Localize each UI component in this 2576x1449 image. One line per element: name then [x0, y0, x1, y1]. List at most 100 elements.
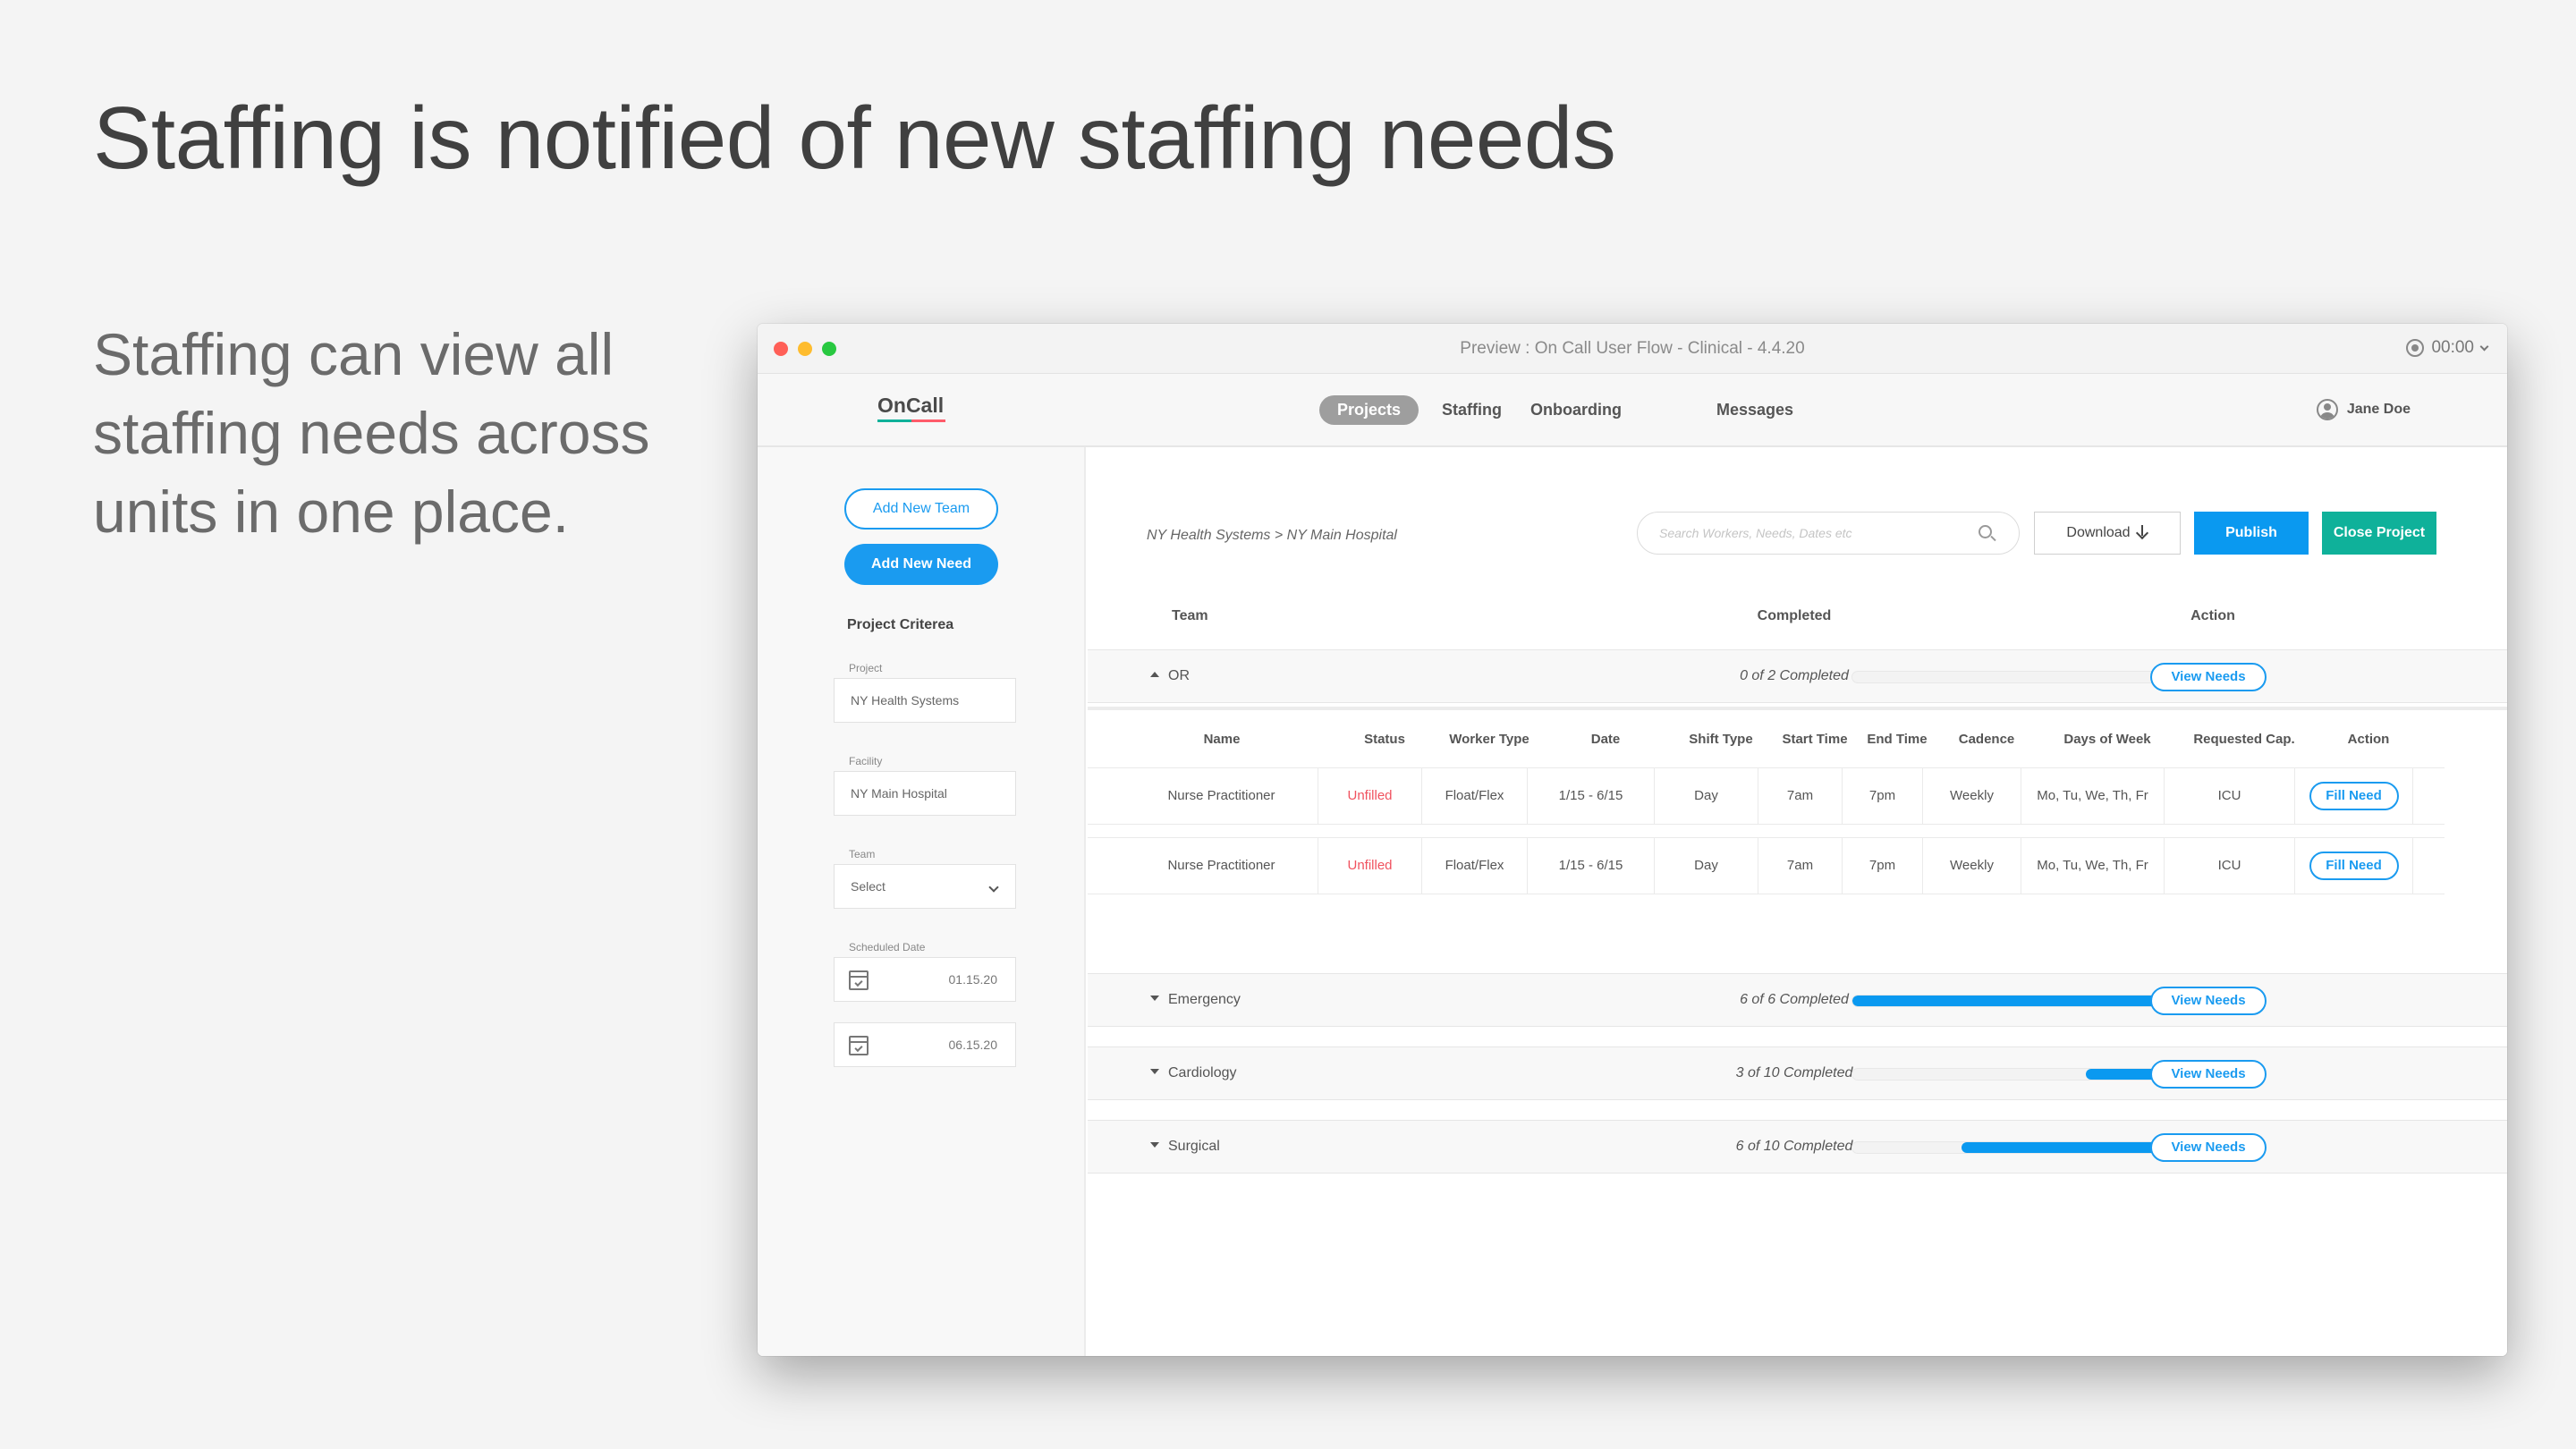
add-new-team-button[interactable]: Add New Team: [844, 488, 998, 530]
nav-tab-onboarding[interactable]: Onboarding: [1513, 395, 1640, 425]
need-cell-shift-type: Day: [1655, 768, 1758, 824]
chevron-down-icon: [988, 882, 999, 893]
need-cell-worker-type: Float/Flex: [1422, 838, 1528, 894]
end-date-value: 06.15.20: [948, 1038, 998, 1052]
start-date-value: 01.15.20: [948, 972, 998, 987]
team-label: OR: [1168, 668, 1190, 683]
nav-tab-staffing[interactable]: Staffing: [1424, 395, 1520, 425]
need-header-date: Date: [1590, 732, 1621, 747]
view-needs-button[interactable]: View Needs: [2150, 663, 2267, 691]
download-icon: [2136, 525, 2148, 539]
calendar-icon: [849, 1036, 869, 1055]
need-cell-name: Nurse Practitioner: [1125, 838, 1318, 894]
slide-title: Staffing is notified of new staffing nee…: [93, 89, 1616, 187]
team-label: Cardiology: [1168, 1065, 1237, 1080]
caret-down-icon: [1150, 1069, 1159, 1074]
team-row-cardiology[interactable]: Cardiology 3 of 10 Completed View Needs: [1088, 1046, 2507, 1100]
oncall-logo[interactable]: OnCall: [877, 394, 944, 418]
caret-down-icon: [1150, 996, 1159, 1001]
need-cell-status: Unfilled: [1318, 768, 1422, 824]
team-label: Emergency: [1168, 992, 1241, 1007]
need-cell-date: 1/15 - 6/15: [1528, 768, 1655, 824]
need-cell-action: Fill Need: [2295, 838, 2413, 894]
need-cell-worker-type: Float/Flex: [1422, 768, 1528, 824]
close-project-button[interactable]: Close Project: [2322, 512, 2436, 555]
calendar-icon: [849, 970, 869, 990]
slide-description: Staffing can view all staffing needs acr…: [93, 321, 650, 545]
app-window: Preview : On Call User Flow - Clinical -…: [758, 324, 2507, 1356]
team-select[interactable]: Select: [834, 864, 1016, 909]
need-cell-requested-cap: ICU: [2165, 838, 2295, 894]
caret-up-icon: [1150, 672, 1159, 677]
view-needs-button[interactable]: View Needs: [2150, 987, 2267, 1015]
team-name[interactable]: OR: [1150, 668, 1190, 684]
column-header-team: Team: [1172, 608, 1208, 623]
top-navbar: OnCall Projects Staffing Onboarding Mess…: [758, 374, 2507, 447]
user-menu[interactable]: Jane Doe: [2316, 399, 2411, 420]
nav-tab-projects[interactable]: Projects: [1319, 395, 1419, 425]
project-field[interactable]: NY Health Systems: [834, 678, 1016, 723]
need-header-cadence: Cadence: [1958, 732, 2015, 747]
need-cell-requested-cap: ICU: [2165, 768, 2295, 824]
download-button[interactable]: Download: [2034, 512, 2181, 555]
column-header-completed: Completed: [1757, 608, 1832, 623]
team-name[interactable]: Cardiology: [1150, 1065, 1236, 1081]
breadcrumb: NY Health Systems > NY Main Hospital: [1147, 528, 1397, 543]
need-header-worker-type: Worker Type: [1449, 732, 1530, 747]
facility-label: Facility: [849, 755, 883, 767]
fill-need-button[interactable]: Fill Need: [2309, 782, 2399, 810]
team-row-surgical[interactable]: Surgical 6 of 10 Completed View Needs: [1088, 1120, 2507, 1174]
progress-fill: [1961, 1142, 2173, 1153]
user-avatar-icon: [2316, 399, 2338, 420]
timer-value: 00:00: [2431, 338, 2474, 357]
main-content: NY Health Systems > NY Main Hospital Sea…: [1088, 447, 2507, 1356]
recording-timer[interactable]: 00:00: [2406, 338, 2489, 358]
project-criteria-heading: Project Criterea: [847, 617, 954, 632]
start-date-field[interactable]: 01.15.20: [834, 957, 1016, 1002]
need-header-action: Action: [2347, 732, 2390, 747]
team-name[interactable]: Emergency: [1150, 992, 1241, 1008]
team-row-or[interactable]: OR 0 of 2 Completed View Needs: [1088, 649, 2507, 703]
need-header-start-time: Start Time: [1782, 732, 1848, 747]
need-cell-start-time: 7am: [1758, 838, 1843, 894]
need-header-status: Status: [1364, 732, 1405, 747]
need-row[interactable]: Nurse Practitioner Unfilled Float/Flex 1…: [1088, 767, 2445, 825]
user-name: Jane Doe: [2346, 402, 2411, 417]
facility-field[interactable]: NY Main Hospital: [834, 771, 1016, 816]
record-icon: [2406, 339, 2425, 357]
team-row-emergency[interactable]: Emergency 6 of 6 Completed View Needs: [1088, 973, 2507, 1027]
window-titlebar: Preview : On Call User Flow - Clinical -…: [758, 324, 2507, 374]
need-cell-end-time: 7pm: [1843, 838, 1923, 894]
need-header-end-time: End Time: [1867, 732, 1928, 747]
need-cell-days-of-week: Mo, Tu, We, Th, Fr: [2021, 838, 2165, 894]
need-header-shift-type: Shift Type: [1689, 732, 1753, 747]
end-date-field[interactable]: 06.15.20: [834, 1022, 1016, 1067]
search-icon[interactable]: [1979, 525, 1992, 538]
search-input[interactable]: Search Workers, Needs, Dates etc: [1637, 512, 2020, 555]
team-name[interactable]: Surgical: [1150, 1139, 1220, 1155]
need-cell-date: 1/15 - 6/15: [1528, 838, 1655, 894]
fill-need-button[interactable]: Fill Need: [2309, 852, 2399, 880]
need-cell-days-of-week: Mo, Tu, We, Th, Fr: [2021, 768, 2165, 824]
view-needs-button[interactable]: View Needs: [2150, 1060, 2267, 1089]
caret-down-icon: [1150, 1142, 1159, 1148]
team-label: Team: [849, 848, 876, 860]
add-new-need-button[interactable]: Add New Need: [844, 544, 998, 585]
progress-bar: [1852, 995, 2174, 1007]
progress-bar: [1852, 1068, 2174, 1080]
logo-underline: [877, 419, 945, 422]
nav-tab-messages[interactable]: Messages: [1699, 395, 1811, 425]
publish-button[interactable]: Publish: [2194, 512, 2309, 555]
chevron-down-icon: [2479, 342, 2489, 351]
need-cell-start-time: 7am: [1758, 768, 1843, 824]
project-label: Project: [849, 662, 883, 674]
need-cell-cadence: Weekly: [1923, 838, 2021, 894]
need-header-name: Name: [1203, 732, 1241, 747]
or-needs-panel-divider: [1088, 707, 2507, 710]
team-label: Surgical: [1168, 1139, 1220, 1154]
progress-bar: [1852, 671, 2174, 683]
column-header-action: Action: [2190, 608, 2235, 623]
window-title: Preview : On Call User Flow - Clinical -…: [1460, 339, 1805, 358]
view-needs-button[interactable]: View Needs: [2150, 1133, 2267, 1162]
need-row[interactable]: Nurse Practitioner Unfilled Float/Flex 1…: [1088, 837, 2445, 894]
